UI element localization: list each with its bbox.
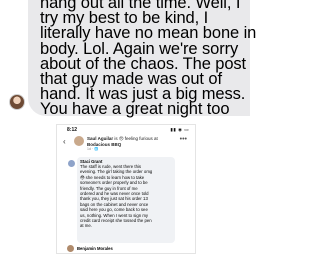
sender-avatar[interactable] [9, 94, 25, 110]
more-options-icon: ••• [179, 136, 187, 143]
post-feeling: is 😠 feeling furious at [113, 136, 158, 141]
status-icons: ▮▮ ◉ ▭ [170, 127, 189, 132]
message-line: You have a great night too [40, 100, 230, 119]
reply-author: Benjamin Morales [77, 246, 113, 251]
comment: Staci Grant The staff is rude, went ther… [57, 157, 195, 247]
comment-bubble: Staci Grant The staff is rude, went ther… [77, 157, 175, 243]
reply-avatar [67, 245, 74, 252]
post-author: Saul Aguilar [87, 136, 114, 141]
post-time: 1d · 🌐 [87, 147, 99, 151]
status-time: 8:12 [67, 127, 78, 133]
post-header: ‹ Saul Aguilar is 😠 feeling furious at B… [57, 135, 195, 151]
status-bar: 8:12 ▮▮ ◉ ▭ [57, 125, 195, 135]
commenter-avatar [68, 160, 75, 167]
shared-screenshot[interactable]: 8:12 ▮▮ ◉ ▭ ‹ Saul Aguilar is 😠 feeling … [56, 124, 196, 254]
message-bubble: hang out all the time. Well, I try my be… [28, 0, 256, 119]
comment-line: at me. [80, 223, 92, 229]
post-place: Bodacious BBQ [87, 141, 122, 147]
poster-avatar [74, 136, 84, 146]
back-arrow-icon: ‹ [63, 137, 66, 146]
post-author-line: Saul Aguilar is 😠 feeling furious at Bod… [87, 136, 173, 147]
